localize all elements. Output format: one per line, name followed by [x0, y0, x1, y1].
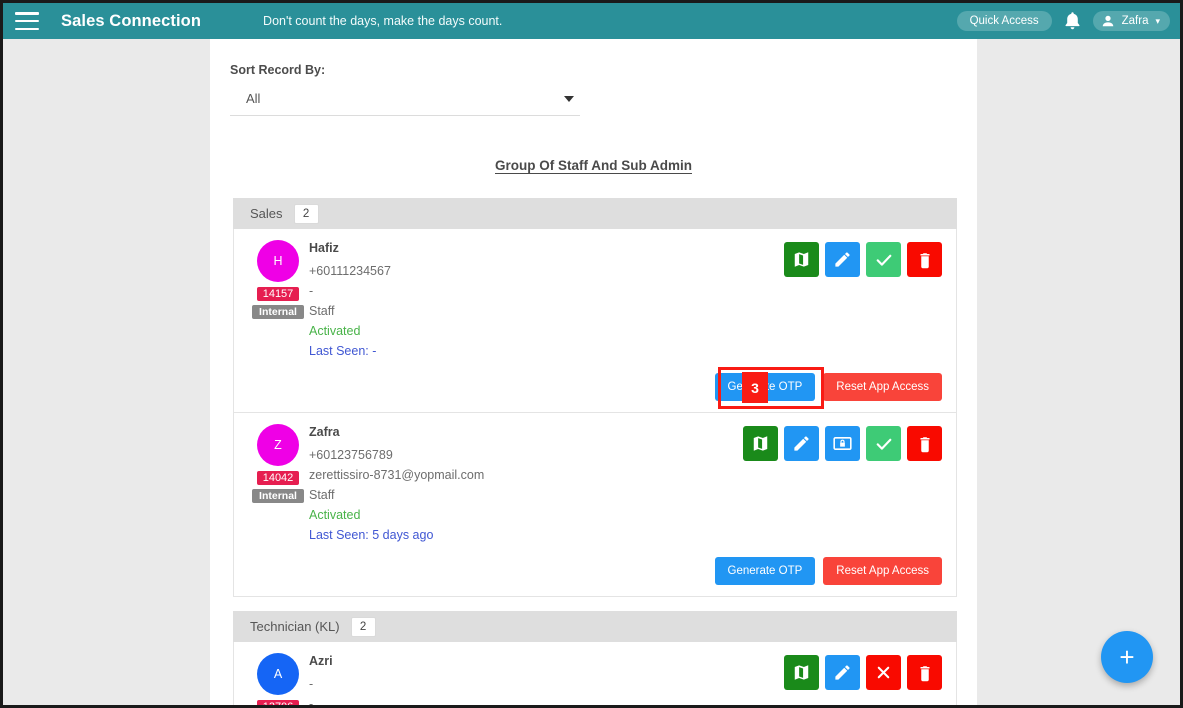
app-screen: Sales Connection Don't count the days, m…: [0, 0, 1183, 708]
staff-type-badge: Internal: [252, 305, 304, 319]
staff-role: Staff: [309, 488, 335, 502]
staff-card-button-row: Generate OTP Reset App Access: [247, 557, 942, 585]
access-card-icon[interactable]: [825, 426, 860, 461]
check-icon[interactable]: [866, 426, 901, 461]
staff-status: Activated: [309, 324, 361, 338]
staff-id-badge: 14157: [256, 287, 300, 301]
reset-app-access-button[interactable]: Reset App Access: [823, 557, 942, 585]
staff-card-row: H 14157 Internal Hafiz +60111234567 - St…: [247, 240, 942, 361]
sort-record-section: Sort Record By: All: [210, 39, 977, 116]
page-title: Group Of Staff And Sub Admin: [495, 158, 692, 173]
staff-phone: +60111234567: [309, 264, 391, 278]
staff-name: Hafiz: [309, 241, 339, 255]
app-brand-title: Sales Connection: [61, 11, 202, 30]
staff-action-buttons: [784, 240, 942, 277]
staff-info-column: Hafiz +60111234567 - Staff Activated Las…: [309, 240, 784, 361]
edit-icon[interactable]: [825, 242, 860, 277]
chevron-down-icon: [564, 95, 574, 102]
chevron-down-icon: ▾: [1155, 15, 1160, 26]
staff-action-buttons: [743, 424, 942, 461]
staff-status: Activated: [309, 508, 361, 522]
staff-info-column: Zafra +60123756789 zerettissiro-8731@yop…: [309, 424, 743, 545]
staff-last-seen: Last Seen: 5 days ago: [309, 528, 434, 542]
main-content-panel: Sort Record By: All Group Of Staff And S…: [210, 39, 977, 708]
group-count-badge: 2: [293, 203, 319, 224]
staff-email: -: [309, 697, 314, 708]
check-icon[interactable]: [866, 242, 901, 277]
map-icon[interactable]: [743, 426, 778, 461]
staff-card: Z 14042 Internal Zafra +60123756789 zere…: [233, 413, 957, 597]
avatar: Z: [257, 424, 299, 466]
staff-phone: -: [309, 677, 314, 691]
app-tagline: Don't count the days, make the days coun…: [263, 14, 503, 28]
staff-email: zerettissiro-8731@yopmail.com: [309, 468, 485, 482]
staff-card-row: Z 14042 Internal Zafra +60123756789 zere…: [247, 424, 942, 545]
staff-name: Zafra: [309, 425, 340, 439]
staff-role: Staff: [309, 304, 335, 318]
staff-action-buttons: [784, 653, 942, 690]
staff-last-seen: Last Seen: -: [309, 344, 377, 358]
group-header-technician-kl[interactable]: Technician (KL) 2: [233, 611, 957, 642]
delete-icon[interactable]: [907, 426, 942, 461]
delete-icon[interactable]: [907, 242, 942, 277]
staff-card: H 14157 Internal Hafiz +60111234567 - St…: [233, 229, 957, 413]
bell-icon[interactable]: [1064, 11, 1081, 31]
group-count-badge: 2: [350, 616, 376, 637]
staff-email: -: [309, 284, 314, 298]
staff-group-list: Sales 2 H 14157 Internal Hafiz +60111234…: [210, 198, 977, 708]
delete-icon[interactable]: [907, 655, 942, 690]
user-avatar-icon: [1102, 15, 1113, 27]
sort-record-value: All: [246, 91, 261, 106]
add-button[interactable]: +: [1101, 631, 1153, 683]
group-name-label: Sales: [250, 206, 283, 221]
top-navigation-bar: Sales Connection Don't count the days, m…: [3, 3, 1180, 39]
avatar: H: [257, 240, 299, 282]
step-marker: 3: [742, 372, 768, 403]
top-bar-right-group: Quick Access Zafra ▾: [956, 11, 1170, 31]
staff-identity-column: A 13706: [247, 653, 309, 705]
staff-card-row: A 13706 Azri - -: [247, 653, 942, 708]
staff-info-column: Azri - -: [309, 653, 784, 708]
generate-otp-button[interactable]: Generate OTP: [714, 557, 816, 585]
staff-id-badge: 14042: [256, 471, 300, 485]
group-header-sales[interactable]: Sales 2: [233, 198, 957, 229]
sort-record-label: Sort Record By:: [230, 63, 326, 77]
user-name-label: Zafra: [1121, 15, 1149, 27]
user-menu-button[interactable]: Zafra ▾: [1092, 11, 1170, 31]
reset-app-access-button[interactable]: Reset App Access: [823, 373, 942, 401]
staff-card-button-row: 3 Generate OTP Reset App Access: [247, 367, 942, 409]
map-icon[interactable]: [784, 655, 819, 690]
edit-icon[interactable]: [825, 655, 860, 690]
staff-card: A 13706 Azri - -: [233, 642, 957, 708]
staff-phone: +60123756789: [309, 448, 393, 462]
close-icon[interactable]: [866, 655, 901, 690]
staff-type-badge: Internal: [252, 489, 304, 503]
quick-access-button[interactable]: Quick Access: [956, 11, 1052, 31]
staff-identity-column: Z 14042 Internal: [247, 424, 309, 503]
hamburger-icon[interactable]: [15, 12, 39, 30]
avatar: A: [257, 653, 299, 695]
group-name-label: Technician (KL): [250, 619, 340, 634]
staff-identity-column: H 14157 Internal: [247, 240, 309, 319]
staff-id-badge: 13706: [256, 700, 300, 705]
sort-record-select[interactable]: All: [230, 91, 580, 116]
edit-icon[interactable]: [784, 426, 819, 461]
map-icon[interactable]: [784, 242, 819, 277]
staff-name: Azri: [309, 654, 333, 668]
